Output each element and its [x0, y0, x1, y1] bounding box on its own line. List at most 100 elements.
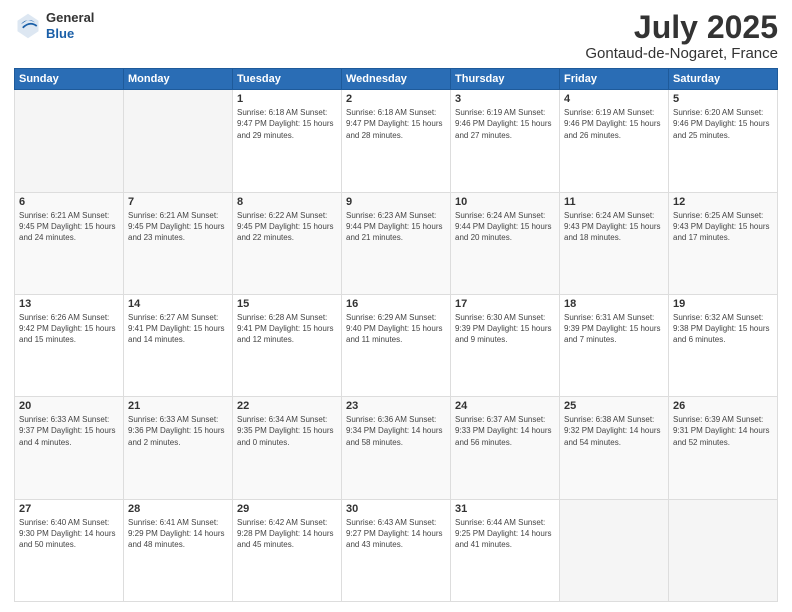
table-row — [124, 90, 233, 192]
table-row: 21Sunrise: 6:33 AM Sunset: 9:36 PM Dayli… — [124, 397, 233, 499]
calendar-week-row: 27Sunrise: 6:40 AM Sunset: 9:30 PM Dayli… — [15, 499, 778, 601]
day-info: Sunrise: 6:31 AM Sunset: 9:39 PM Dayligh… — [564, 312, 664, 346]
table-row: 9 Sunrise: 6:23 AM Sunset: 9:44 PM Daylig… — [342, 192, 451, 294]
col-thursday: Thursday — [451, 69, 560, 90]
day-number: 31 — [455, 503, 555, 515]
table-row: 3 Sunrise: 6:19 AM Sunset: 9:46 PM Daylig… — [451, 90, 560, 192]
day-info: Sunrise: 6:44 AM Sunset: 9:25 PM Dayligh… — [455, 517, 555, 551]
table-row: 26 Sunrise: 6:39 AM Sunset: 9:31 PM Dayli… — [669, 397, 778, 499]
day-info: Sunrise: 6:25 AM Sunset: 9:43 PM Dayligh… — [673, 210, 773, 244]
day-number: 16 — [346, 298, 446, 310]
day-number: 18 — [564, 298, 664, 310]
day-number: 25 — [564, 400, 664, 412]
calendar-week-row: 1Sunrise: 6:18 AM Sunset: 9:47 PM Daylig… — [15, 90, 778, 192]
table-row: 2 Sunrise: 6:18 AM Sunset: 9:47 PM Daylig… — [342, 90, 451, 192]
calendar-week-row: 6 Sunrise: 6:21 AM Sunset: 9:45 PM Daylig… — [15, 192, 778, 294]
day-info: Sunrise: 6:22 AM Sunset: 9:45 PM Dayligh… — [237, 210, 337, 244]
day-info: Sunrise: 6:37 AM Sunset: 9:33 PM Dayligh… — [455, 414, 555, 448]
day-number: 8 — [237, 196, 337, 208]
day-number: 4 — [564, 93, 664, 105]
table-row: 10 Sunrise: 6:24 AM Sunset: 9:44 PM Dayli… — [451, 192, 560, 294]
table-row: 14 Sunrise: 6:27 AM Sunset: 9:41 PM Dayli… — [124, 294, 233, 396]
table-row: 24 Sunrise: 6:37 AM Sunset: 9:33 PM Dayli… — [451, 397, 560, 499]
day-number: 23 — [346, 400, 446, 412]
day-info: Sunrise: 6:20 AM Sunset: 9:46 PM Dayligh… — [673, 107, 773, 141]
logo-icon — [14, 12, 42, 40]
day-number: 24 — [455, 400, 555, 412]
day-number: 21 — [128, 400, 228, 412]
table-row: 30 Sunrise: 6:43 AM Sunset: 9:27 PM Dayli… — [342, 499, 451, 601]
table-row: 20 Sunrise: 6:33 AM Sunset: 9:37 PM Dayli… — [15, 397, 124, 499]
calendar-week-row: 20 Sunrise: 6:33 AM Sunset: 9:37 PM Dayli… — [15, 397, 778, 499]
day-number: 28 — [128, 503, 228, 515]
day-info: Sunrise: 6:28 AM Sunset: 9:41 PM Dayligh… — [237, 312, 337, 346]
day-info: Sunrise: 6:19 AM Sunset: 9:46 PM Dayligh… — [455, 107, 555, 141]
day-info: Sunrise: 6:43 AM Sunset: 9:27 PM Dayligh… — [346, 517, 446, 551]
table-row: 25Sunrise: 6:38 AM Sunset: 9:32 PM Dayli… — [560, 397, 669, 499]
day-number: 29 — [237, 503, 337, 515]
calendar-header-row: Sunday Monday Tuesday Wednesday Thursday… — [15, 69, 778, 90]
day-number: 19 — [673, 298, 773, 310]
day-info: Sunrise: 6:21 AM Sunset: 9:45 PM Dayligh… — [128, 210, 228, 244]
day-info: Sunrise: 6:39 AM Sunset: 9:31 PM Dayligh… — [673, 414, 773, 448]
table-row: 12 Sunrise: 6:25 AM Sunset: 9:43 PM Dayli… — [669, 192, 778, 294]
table-row: 22Sunrise: 6:34 AM Sunset: 9:35 PM Dayli… — [233, 397, 342, 499]
day-info: Sunrise: 6:18 AM Sunset: 9:47 PM Dayligh… — [237, 107, 337, 141]
day-number: 3 — [455, 93, 555, 105]
table-row: 23Sunrise: 6:36 AM Sunset: 9:34 PM Dayli… — [342, 397, 451, 499]
table-row: 19Sunrise: 6:32 AM Sunset: 9:38 PM Dayli… — [669, 294, 778, 396]
col-saturday: Saturday — [669, 69, 778, 90]
day-info: Sunrise: 6:24 AM Sunset: 9:44 PM Dayligh… — [455, 210, 555, 244]
page: General Blue July 2025 Gontaud-de-Nogare… — [0, 0, 792, 612]
table-row: 27Sunrise: 6:40 AM Sunset: 9:30 PM Dayli… — [15, 499, 124, 601]
col-friday: Friday — [560, 69, 669, 90]
day-info: Sunrise: 6:27 AM Sunset: 9:41 PM Dayligh… — [128, 312, 228, 346]
day-number: 12 — [673, 196, 773, 208]
day-info: Sunrise: 6:26 AM Sunset: 9:42 PM Dayligh… — [19, 312, 119, 346]
day-info: Sunrise: 6:24 AM Sunset: 9:43 PM Dayligh… — [564, 210, 664, 244]
table-row: 6 Sunrise: 6:21 AM Sunset: 9:45 PM Daylig… — [15, 192, 124, 294]
day-info: Sunrise: 6:29 AM Sunset: 9:40 PM Dayligh… — [346, 312, 446, 346]
day-info: Sunrise: 6:34 AM Sunset: 9:35 PM Dayligh… — [237, 414, 337, 448]
day-number: 20 — [19, 400, 119, 412]
logo-text: General Blue — [46, 10, 94, 41]
calendar-week-row: 13 Sunrise: 6:26 AM Sunset: 9:42 PM Dayli… — [15, 294, 778, 396]
table-row: 18 Sunrise: 6:31 AM Sunset: 9:39 PM Dayli… — [560, 294, 669, 396]
location-title: Gontaud-de-Nogaret, France — [585, 45, 778, 62]
day-info: Sunrise: 6:23 AM Sunset: 9:44 PM Dayligh… — [346, 210, 446, 244]
day-number: 17 — [455, 298, 555, 310]
day-number: 9 — [346, 196, 446, 208]
day-info: Sunrise: 6:42 AM Sunset: 9:28 PM Dayligh… — [237, 517, 337, 551]
month-title: July 2025 — [585, 10, 778, 45]
table-row: 8 Sunrise: 6:22 AM Sunset: 9:45 PM Daylig… — [233, 192, 342, 294]
day-number: 10 — [455, 196, 555, 208]
table-row: 17Sunrise: 6:30 AM Sunset: 9:39 PM Dayli… — [451, 294, 560, 396]
day-number: 26 — [673, 400, 773, 412]
day-number: 5 — [673, 93, 773, 105]
day-number: 6 — [19, 196, 119, 208]
table-row: 5 Sunrise: 6:20 AM Sunset: 9:46 PM Daylig… — [669, 90, 778, 192]
day-info: Sunrise: 6:18 AM Sunset: 9:47 PM Dayligh… — [346, 107, 446, 141]
day-number: 7 — [128, 196, 228, 208]
day-number: 15 — [237, 298, 337, 310]
day-number: 27 — [19, 503, 119, 515]
day-info: Sunrise: 6:33 AM Sunset: 9:37 PM Dayligh… — [19, 414, 119, 448]
table-row — [669, 499, 778, 601]
calendar-table: Sunday Monday Tuesday Wednesday Thursday… — [14, 68, 778, 602]
col-wednesday: Wednesday — [342, 69, 451, 90]
day-number: 2 — [346, 93, 446, 105]
table-row: 13 Sunrise: 6:26 AM Sunset: 9:42 PM Dayli… — [15, 294, 124, 396]
table-row: 16 Sunrise: 6:29 AM Sunset: 9:40 PM Dayli… — [342, 294, 451, 396]
col-tuesday: Tuesday — [233, 69, 342, 90]
table-row: 11 Sunrise: 6:24 AM Sunset: 9:43 PM Dayli… — [560, 192, 669, 294]
day-number: 11 — [564, 196, 664, 208]
table-row: 1Sunrise: 6:18 AM Sunset: 9:47 PM Daylig… — [233, 90, 342, 192]
day-info: Sunrise: 6:41 AM Sunset: 9:29 PM Dayligh… — [128, 517, 228, 551]
day-info: Sunrise: 6:19 AM Sunset: 9:46 PM Dayligh… — [564, 107, 664, 141]
day-info: Sunrise: 6:21 AM Sunset: 9:45 PM Dayligh… — [19, 210, 119, 244]
day-number: 14 — [128, 298, 228, 310]
day-number: 13 — [19, 298, 119, 310]
day-number: 30 — [346, 503, 446, 515]
table-row: 28 Sunrise: 6:41 AM Sunset: 9:29 PM Dayli… — [124, 499, 233, 601]
logo: General Blue — [14, 10, 94, 41]
